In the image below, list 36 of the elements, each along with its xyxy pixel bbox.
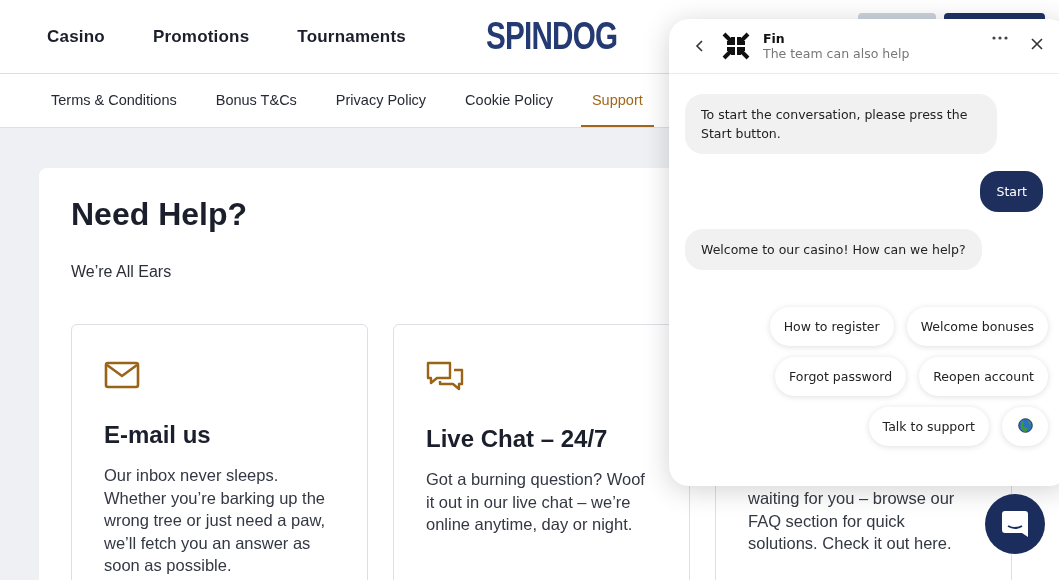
tab[interactable]: Privacy Policy: [324, 74, 438, 127]
nav-link[interactable]: Casino: [47, 26, 105, 47]
card-title: Live Chat – 24/7: [426, 425, 609, 453]
page-subtitle: We’re All Ears: [71, 263, 173, 281]
fin-logo-icon: [721, 31, 751, 61]
quick-reply[interactable]: Forgot password: [775, 357, 907, 396]
sent-message: Start: [980, 171, 1043, 212]
agent-name: Fin: [763, 31, 786, 46]
globe-button[interactable]: [1002, 407, 1048, 446]
back-icon[interactable]: [695, 40, 703, 52]
globe-icon: [1017, 417, 1033, 433]
card-text: Got a burning question? Woof it out in our live chat – we’re online anytime, day or night.: [426, 469, 646, 535]
bot-message: To start the conversation, please press the Start button.: [685, 94, 997, 154]
tab[interactable]: Support: [580, 74, 654, 127]
chat-bubbles-icon: [426, 361, 464, 393]
page-title: Need Help?: [71, 196, 249, 233]
more-icon[interactable]: [992, 36, 1008, 40]
card-title: E-mail us: [104, 421, 212, 449]
quick-reply[interactable]: Welcome bonuses: [906, 307, 1048, 346]
agent-subtitle: The team can also help: [763, 46, 910, 61]
quick-reply[interactable]: Reopen account: [919, 357, 1048, 396]
support-card[interactable]: E-mail us Our inbox never sleeps. Whether you’re barking up the wrong tree or just need a paw, we’ll fetch you an answer as soon as possible.: [71, 324, 368, 580]
close-icon[interactable]: [1031, 38, 1043, 50]
chat-launcher-icon[interactable]: [985, 494, 1045, 554]
card-text: waiting for you – browse our FAQ section for quick solutions. Check it out here.: [748, 488, 956, 554]
site-logo[interactable]: SPINDOG: [486, 15, 618, 58]
tab[interactable]: Cookie Policy: [454, 74, 564, 127]
nav-link[interactable]: Promotions: [152, 26, 250, 47]
quick-reply[interactable]: Talk to support: [868, 407, 989, 446]
card-text: Our inbox never sleeps. Whether you’re barking up the wrong tree or just need a paw, we’ll fetch you an answer as soon as possible.: [104, 465, 327, 576]
tab[interactable]: Bonus T&Cs: [204, 74, 308, 127]
nav-link[interactable]: Tournaments: [297, 26, 406, 47]
envelope-icon: [104, 361, 140, 389]
tab[interactable]: Terms & Conditions: [40, 74, 188, 127]
quick-reply[interactable]: How to register: [769, 307, 894, 346]
bot-message: Welcome to our casino! How can we help?: [685, 229, 982, 270]
